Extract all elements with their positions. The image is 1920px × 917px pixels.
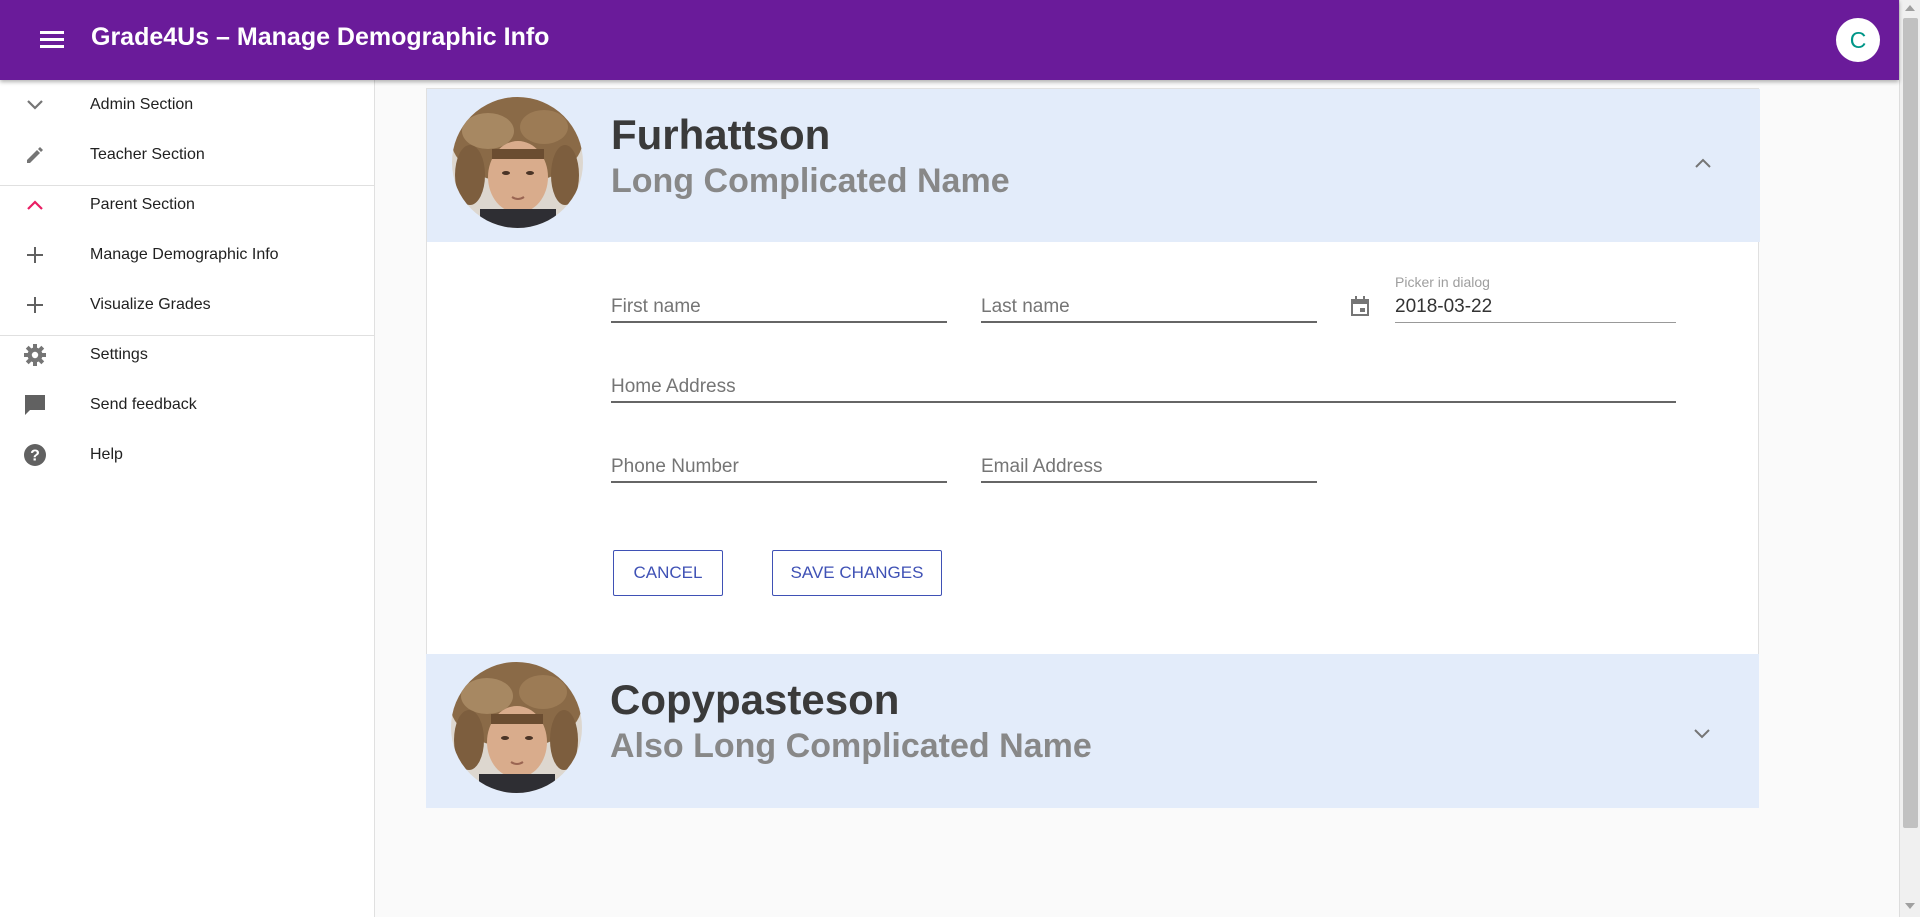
email-address-field[interactable]: Email Address [981, 439, 1317, 483]
feedback-icon [18, 392, 52, 418]
date-picker-field[interactable]: Picker in dialog 2018-03-22 [1395, 274, 1676, 323]
sidebar-item-admin-section[interactable]: Admin Section [0, 80, 374, 130]
sidebar-item-label: Teacher Section [90, 146, 205, 163]
sidebar-item-label: Settings [90, 346, 148, 363]
scrollbar-thumb[interactable] [1903, 18, 1918, 828]
sidebar-item-label: Manage Demographic Info [90, 246, 279, 263]
sidebar-item-visualize-grades[interactable]: Visualize Grades [0, 280, 374, 330]
calendar-icon[interactable] [1348, 294, 1372, 318]
student-name: Furhattson [611, 111, 831, 158]
gear-icon [18, 342, 52, 368]
save-changes-button[interactable]: SAVE CHANGES [772, 550, 942, 596]
sidebar-item-label: Visualize Grades [90, 296, 211, 313]
home-address-label: Home Address [611, 376, 736, 397]
phone-number-label: Phone Number [611, 456, 739, 477]
chevron-up-icon [18, 192, 52, 218]
sidebar-item-label: Help [90, 446, 123, 463]
scroll-up-arrow-icon[interactable] [1905, 5, 1915, 11]
sidebar-item-manage-demographic-info[interactable]: Manage Demographic Info [0, 230, 374, 280]
date-value: 2018-03-22 [1395, 296, 1493, 317]
sidebar-item-label: Send feedback [90, 396, 197, 413]
first-name-field[interactable]: First name [611, 279, 947, 323]
sidebar-item-settings[interactable]: Settings [0, 330, 374, 380]
sidebar-item-send-feedback[interactable]: Send feedback [0, 380, 374, 430]
student-full-name: Long Complicated Name [611, 162, 1010, 200]
scroll-down-arrow-icon[interactable] [1905, 903, 1915, 909]
first-name-label: First name [611, 296, 701, 317]
svg-text:?: ? [30, 448, 40, 465]
user-avatar[interactable]: C [1836, 18, 1880, 62]
menu-icon[interactable] [36, 26, 68, 54]
help-icon: ? [18, 442, 52, 468]
student-card-header[interactable]: Furhattson Long Complicated Name [427, 89, 1760, 242]
collapse-chevron-up-icon[interactable] [1691, 151, 1715, 175]
home-address-field[interactable]: Home Address [611, 359, 1676, 403]
student-card: Furhattson Long Complicated Name First n… [426, 88, 1760, 655]
sidebar-item-label: Admin Section [90, 96, 194, 113]
scrollbar[interactable] [1899, 0, 1920, 917]
sidebar: Admin Section Teacher Section Parent Sec… [0, 80, 375, 917]
main-content: Furhattson Long Complicated Name First n… [376, 80, 1899, 917]
student-avatar [451, 662, 582, 793]
last-name-label: Last name [981, 296, 1070, 317]
student-name: Copypasteson [610, 676, 900, 723]
last-name-field[interactable]: Last name [981, 279, 1317, 323]
sidebar-item-label: Parent Section [90, 196, 195, 213]
plus-icon [18, 242, 52, 268]
plus-icon [18, 292, 52, 318]
student-card-header[interactable]: Copypasteson Also Long Complicated Name [426, 654, 1759, 808]
expand-chevron-down-icon[interactable] [1690, 722, 1714, 746]
sidebar-item-help[interactable]: ? Help [0, 430, 374, 480]
student-full-name: Also Long Complicated Name [610, 727, 1092, 765]
pencil-icon [18, 142, 52, 168]
cancel-button[interactable]: CANCEL [613, 550, 723, 596]
date-picker-label: Picker in dialog [1395, 274, 1490, 290]
student-avatar [452, 97, 583, 228]
sidebar-item-parent-section[interactable]: Parent Section [0, 180, 374, 230]
student-card: Copypasteson Also Long Complicated Name [426, 654, 1759, 808]
phone-number-field[interactable]: Phone Number [611, 439, 947, 483]
page-title: Grade4Us – Manage Demographic Info [91, 23, 550, 51]
chevron-down-icon [18, 92, 52, 118]
email-address-label: Email Address [981, 456, 1103, 477]
app-bar: Grade4Us – Manage Demographic Info C [0, 0, 1899, 80]
sidebar-item-teacher-section[interactable]: Teacher Section [0, 130, 374, 180]
